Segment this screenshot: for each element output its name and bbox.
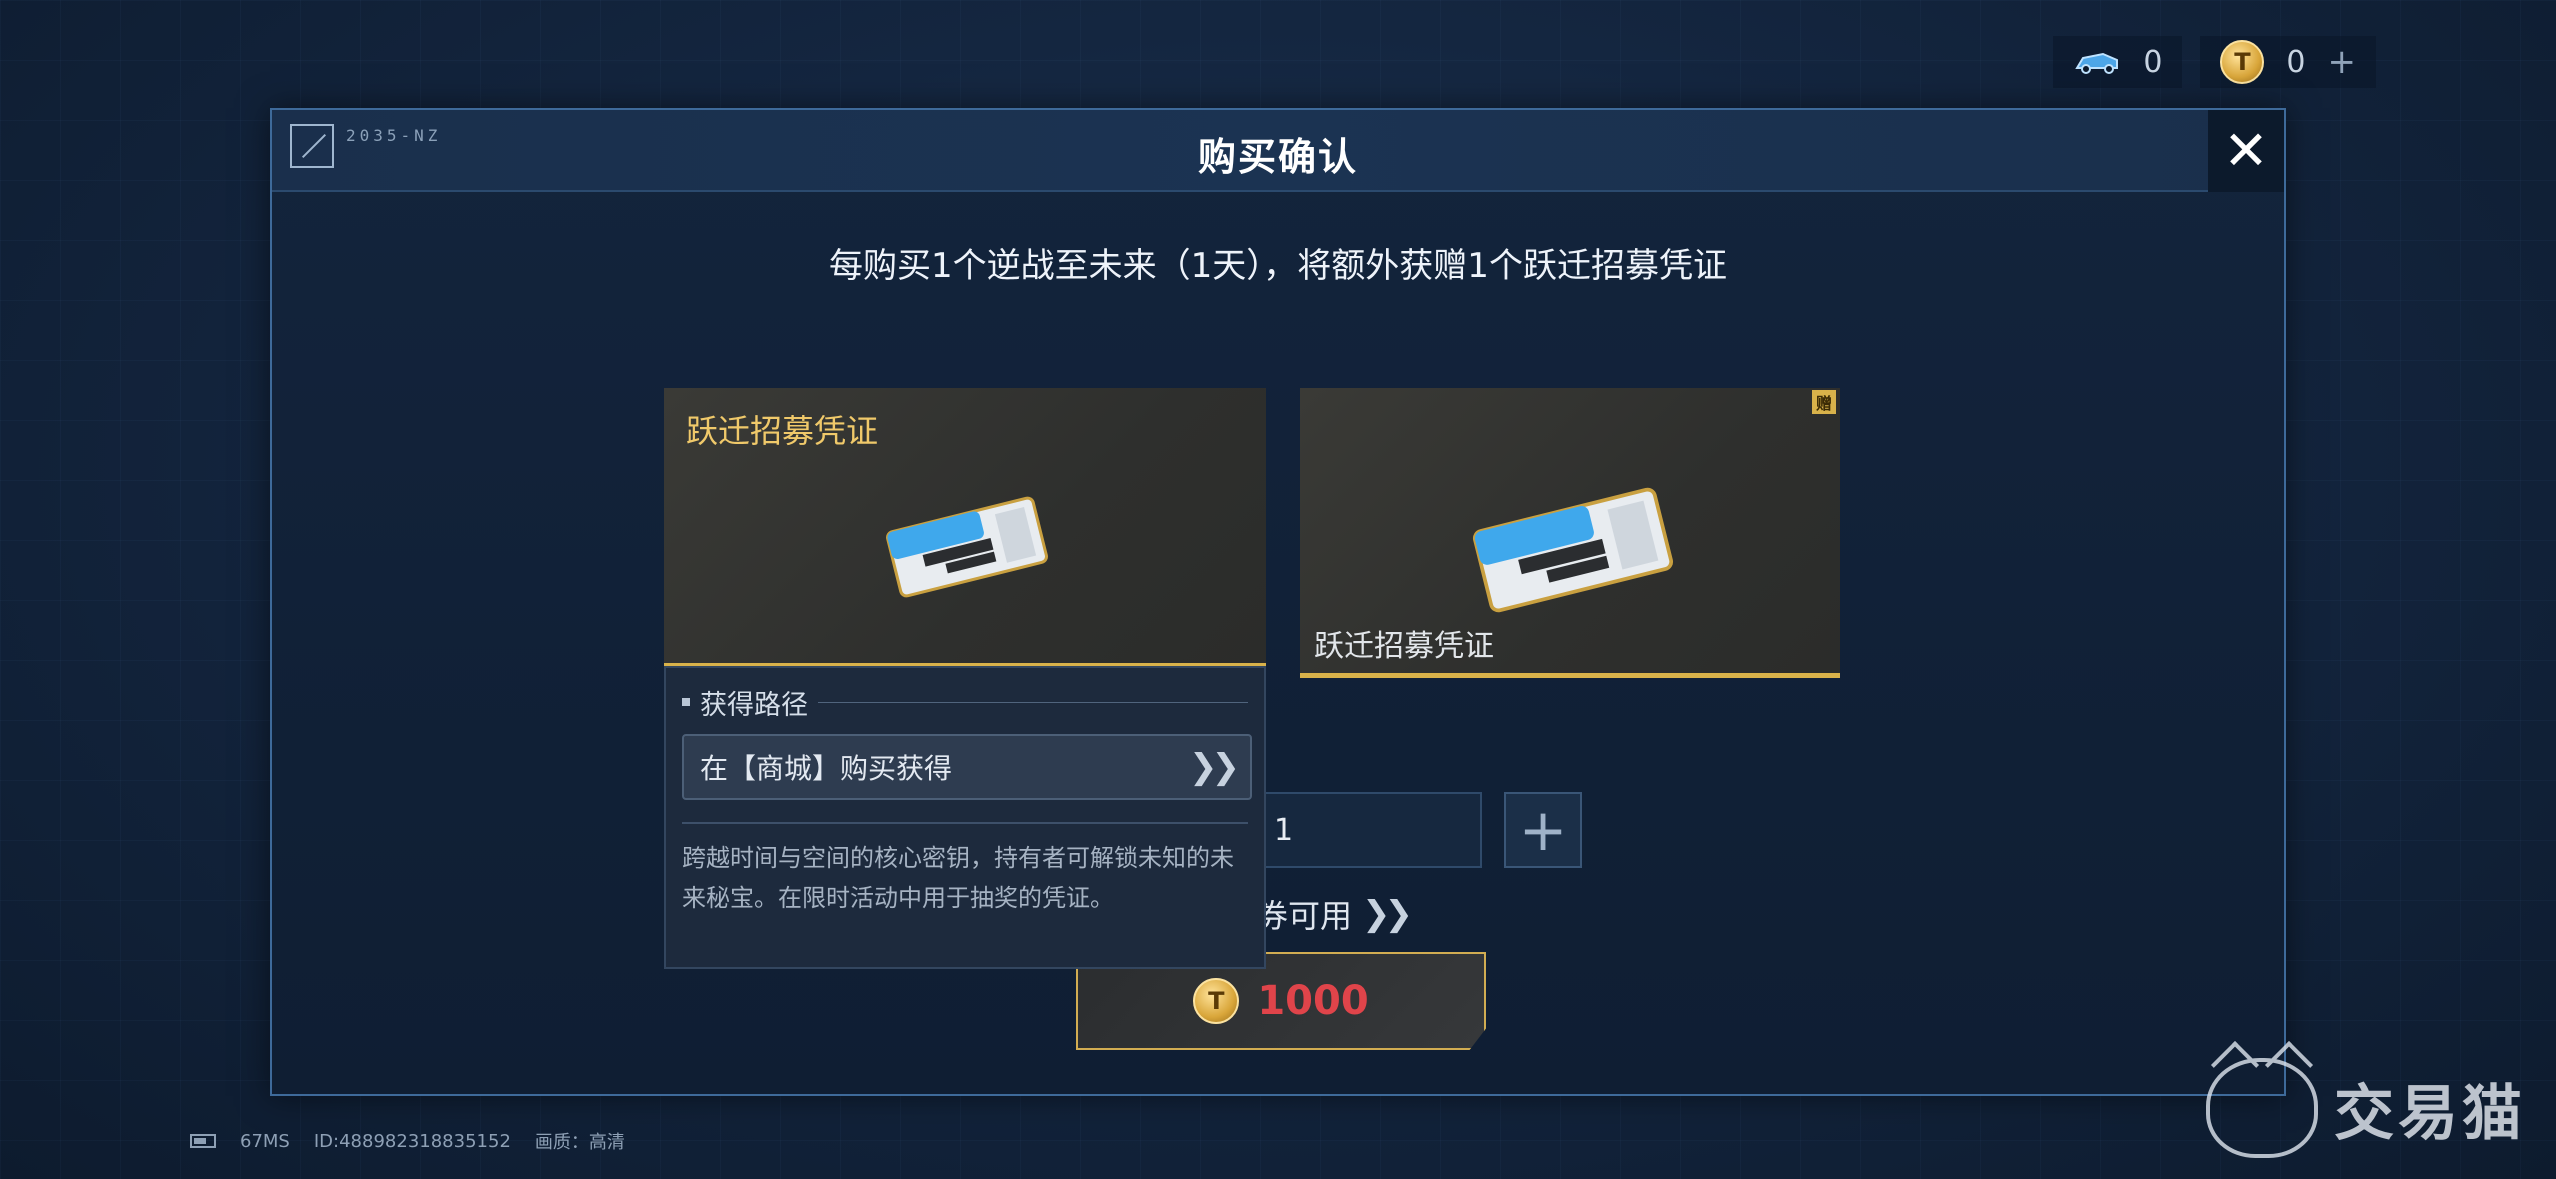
- bonus-notice: 每购买1个逆战至未来（1天），将额外获赠1个跃迁招募凭证: [829, 246, 1727, 286]
- battery-icon: [190, 1134, 216, 1148]
- ticket-icon: [886, 496, 1048, 598]
- modal-header: 2035-NZ 购买确认 ✕: [272, 110, 2284, 192]
- bullet-icon: [682, 698, 690, 706]
- coin-icon: T: [2220, 40, 2265, 84]
- ping-text: 67MS: [240, 1130, 290, 1152]
- gift-item-name: 跃迁招募凭证: [1314, 629, 1494, 664]
- divider: [682, 822, 1248, 824]
- double-chevron-right-icon: ❯❯: [1362, 894, 1413, 934]
- coin-count: 0: [2286, 44, 2306, 80]
- close-icon: ✕: [2223, 119, 2269, 182]
- item-description: 跨越时间与空间的核心密钥，持有者可解锁未知的未来秘宝。在限时活动中用于抽奖的凭证…: [682, 844, 1234, 912]
- quantity-input[interactable]: 1: [1262, 792, 1482, 868]
- ticket-icon: [1472, 487, 1674, 613]
- item-name: 跃迁招募凭证: [686, 412, 879, 450]
- coin-currency: T 0 +: [2200, 36, 2376, 88]
- player-id: ID:488982318835152: [313, 1130, 511, 1152]
- quantity-plus-button[interactable]: +: [1504, 792, 1582, 868]
- status-footer: 67MS ID:488982318835152 画质：高清: [190, 1128, 625, 1154]
- tooltip-heading: 获得路径: [700, 689, 808, 721]
- vehicle-count: 0: [2143, 44, 2163, 80]
- currency-bar: 0 T 0 +: [2053, 36, 2376, 88]
- double-chevron-right-icon: ❯❯: [1189, 747, 1240, 787]
- gift-card[interactable]: 赠 跃迁招募凭证: [1300, 388, 1840, 678]
- purchase-confirm-modal: 2035-NZ 购买确认 ✕ 每购买1个逆战至未来（1天），将额外获赠1个跃迁招…: [270, 108, 2286, 1096]
- plus-icon: +: [1518, 796, 1568, 864]
- add-coin-button[interactable]: +: [2328, 42, 2357, 82]
- divider: [818, 701, 1248, 703]
- item-tooltip: 获得路径 在【商城】购买获得 ❯❯ 跨越时间与空间的核心密钥，持有者可解锁未知的…: [664, 666, 1266, 969]
- route-label: 在【商城】购买获得: [700, 752, 953, 785]
- close-button[interactable]: ✕: [2208, 110, 2284, 192]
- watermark: 交易猫: [2206, 1058, 2526, 1158]
- coin-icon: T: [1193, 978, 1240, 1024]
- gift-badge: 赠: [1812, 390, 1836, 414]
- item-card[interactable]: 跃迁招募凭证: [664, 388, 1266, 668]
- acquire-route-button[interactable]: 在【商城】购买获得 ❯❯: [682, 734, 1252, 800]
- tooltip-heading-row: 获得路径: [682, 684, 1248, 721]
- vehicle-currency: 0: [2053, 36, 2183, 88]
- cat-logo-icon: [2206, 1058, 2318, 1158]
- buy-price: 1000: [1257, 978, 1369, 1024]
- vehicle-icon: [2075, 52, 2119, 74]
- quality-text: 画质：高清: [534, 1132, 625, 1153]
- modal-title: 购买确认: [1197, 135, 1358, 179]
- watermark-text: 交易猫: [2334, 1078, 2526, 1149]
